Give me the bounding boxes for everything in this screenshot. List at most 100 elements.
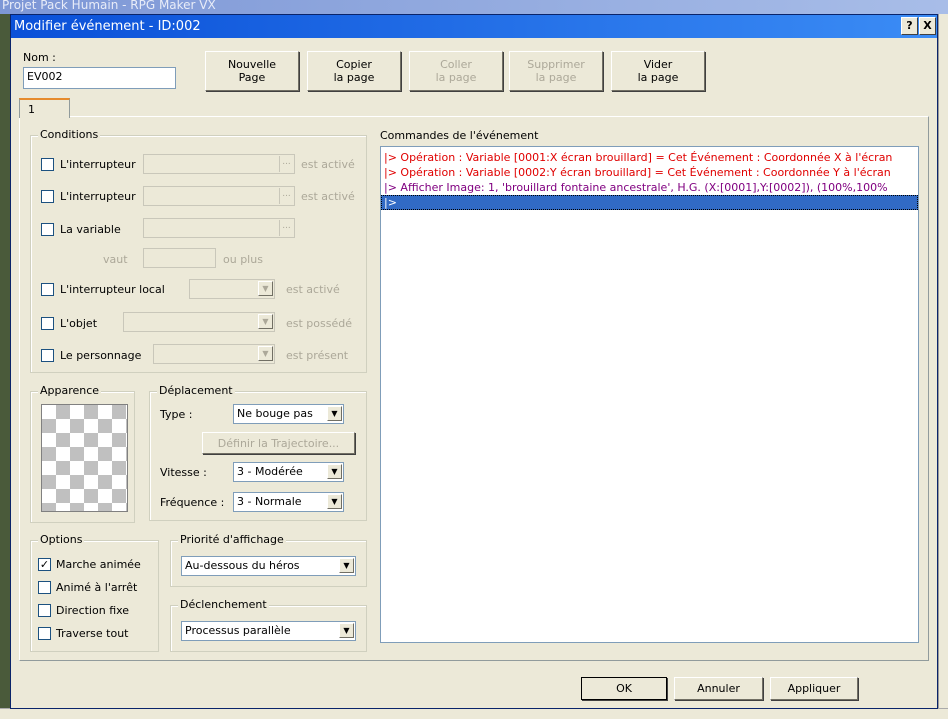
copy-page-button[interactable]: Copier la page: [307, 51, 401, 91]
switch2-label: L'interrupteur: [60, 190, 136, 203]
priority-select[interactable]: Au-dessous du héros ▼: [181, 556, 356, 576]
variable-checkbox[interactable]: [41, 223, 54, 236]
ellipsis-icon[interactable]: ...: [279, 220, 293, 236]
movement-group: Déplacement Type : Ne bouge pas ▼ Définir…: [149, 384, 367, 521]
ok-button[interactable]: OK: [581, 677, 667, 700]
self-switch-label: L'interrupteur local: [60, 283, 165, 296]
chevron-down-icon: ▼: [327, 406, 342, 421]
chevron-down-icon: ▼: [339, 623, 354, 638]
walk-anim-checkbox[interactable]: ✓: [38, 558, 51, 571]
background-window-title: Projet Pack Humain - RPG Maker VX: [0, 0, 948, 14]
commands-list[interactable]: |> Opération : Variable [0001:X écran br…: [380, 146, 919, 643]
chevron-down-icon: ▼: [327, 494, 342, 509]
chevron-down-icon: ▼: [327, 464, 342, 479]
command-row[interactable]: |> Afficher Image: 1, 'brouillard fontai…: [381, 180, 918, 195]
command-row-selected[interactable]: |>: [381, 195, 918, 210]
switch1-checkbox[interactable]: [41, 158, 54, 171]
command-row[interactable]: |> Opération : Variable [0002:Y écran br…: [381, 165, 918, 180]
new-page-label-2: Page: [238, 71, 266, 84]
name-label: Nom :: [23, 51, 56, 64]
chevron-down-icon: ▼: [339, 558, 354, 573]
trigger-group: Déclenchement Processus parallèle ▼: [170, 598, 367, 652]
ellipsis-icon[interactable]: ...: [279, 188, 293, 204]
paste-page-label-1: Coller: [440, 58, 472, 71]
move-frequency-select[interactable]: 3 - Normale ▼: [233, 492, 344, 512]
switch2-suffix: est activé: [301, 190, 355, 203]
priority-group: Priorité d'affichage Au-dessous du héros…: [170, 533, 367, 587]
chevron-down-icon: ▼: [258, 346, 273, 361]
through-checkbox[interactable]: [38, 627, 51, 640]
step-anim-label: Animé à l'arrêt: [56, 581, 138, 594]
title-bar: Modifier événement - ID:002: [11, 15, 937, 38]
item-checkbox[interactable]: [41, 317, 54, 330]
paste-page-button[interactable]: Coller la page: [409, 51, 503, 91]
appearance-title: Apparence: [38, 384, 102, 397]
switch1-field[interactable]: ...: [143, 154, 295, 174]
apply-button[interactable]: Appliquer: [770, 677, 858, 700]
new-page-label-1: Nouvelle: [227, 58, 277, 71]
move-frequency-value: 3 - Normale: [237, 495, 302, 508]
clear-page-label-1: Vider: [643, 58, 673, 71]
conditions-group: Conditions L'interrupteur ... est activé…: [30, 128, 367, 373]
switch2-field[interactable]: ...: [143, 186, 295, 206]
move-speed-value: 3 - Modérée: [237, 465, 303, 478]
trigger-value: Processus parallèle: [185, 624, 291, 637]
chevron-down-icon: ▼: [258, 281, 273, 296]
event-graphic-preview[interactable]: [41, 404, 128, 512]
help-button[interactable]: ?: [901, 17, 918, 35]
item-label: L'objet: [60, 317, 98, 330]
direction-fix-label: Direction fixe: [56, 604, 130, 617]
move-type-select[interactable]: Ne bouge pas ▼: [233, 404, 344, 424]
self-switch-checkbox[interactable]: [41, 283, 54, 296]
move-type-label: Type :: [160, 408, 193, 421]
chevron-down-icon: ▼: [258, 314, 273, 329]
cancel-button[interactable]: Annuler: [674, 677, 763, 700]
move-type-value: Ne bouge pas: [237, 407, 313, 420]
switch1-label: L'interrupteur: [60, 158, 136, 171]
walk-anim-label: Marche animée: [56, 558, 141, 571]
copy-page-label-1: Copier: [336, 58, 372, 71]
define-route-button[interactable]: Définir la Trajectoire...: [202, 432, 355, 454]
step-anim-checkbox[interactable]: [38, 581, 51, 594]
background-scrollbar: [938, 14, 948, 719]
priority-value: Au-dessous du héros: [185, 559, 300, 572]
item-select[interactable]: ▼: [123, 312, 275, 332]
options-title: Options: [38, 533, 85, 546]
dialog-title: Modifier événement - ID:002: [14, 19, 201, 34]
self-switch-select[interactable]: ▼: [189, 279, 275, 299]
delete-page-button[interactable]: Supprimer la page: [509, 51, 603, 91]
appearance-group: Apparence: [30, 384, 135, 523]
variable-label: La variable: [60, 223, 121, 236]
tab-page-1[interactable]: 1: [19, 98, 70, 118]
close-button[interactable]: X: [919, 17, 936, 35]
direction-fix-checkbox[interactable]: [38, 604, 51, 617]
variable-field[interactable]: ...: [143, 218, 295, 238]
commands-title: Commandes de l'événement: [380, 129, 539, 142]
priority-title: Priorité d'affichage: [178, 533, 286, 546]
move-speed-select[interactable]: 3 - Modérée ▼: [233, 462, 344, 482]
name-input[interactable]: EV002: [23, 67, 176, 89]
actor-checkbox[interactable]: [41, 349, 54, 362]
move-frequency-label: Fréquence :: [160, 496, 225, 509]
command-row[interactable]: |> Opération : Variable [0001:X écran br…: [381, 150, 918, 165]
options-group: Options ✓ Marche animée Animé à l'arrêt …: [30, 533, 159, 652]
actor-select[interactable]: ▼: [153, 344, 275, 364]
trigger-select[interactable]: Processus parallèle ▼: [181, 621, 356, 641]
paste-page-label-2: la page: [435, 71, 477, 84]
item-suffix: est possédé: [286, 317, 352, 330]
through-label: Traverse tout: [56, 627, 129, 640]
actor-label: Le personnage: [60, 349, 142, 362]
switch2-checkbox[interactable]: [41, 190, 54, 203]
conditions-title: Conditions: [38, 128, 101, 141]
variable-or-more-label: ou plus: [223, 253, 263, 266]
clear-page-label-2: la page: [637, 71, 679, 84]
ellipsis-icon[interactable]: ...: [279, 156, 293, 172]
clear-page-button[interactable]: Vider la page: [611, 51, 705, 91]
background-statusbar: [0, 708, 948, 719]
movement-title: Déplacement: [157, 384, 235, 397]
variable-value-spinner[interactable]: [143, 248, 216, 268]
self-switch-suffix: est activé: [286, 283, 340, 296]
new-page-button[interactable]: Nouvelle Page: [205, 51, 299, 91]
event-editor-dialog: Modifier événement - ID:002 ? X Nom : EV…: [10, 14, 938, 709]
actor-suffix: est présent: [286, 349, 349, 362]
